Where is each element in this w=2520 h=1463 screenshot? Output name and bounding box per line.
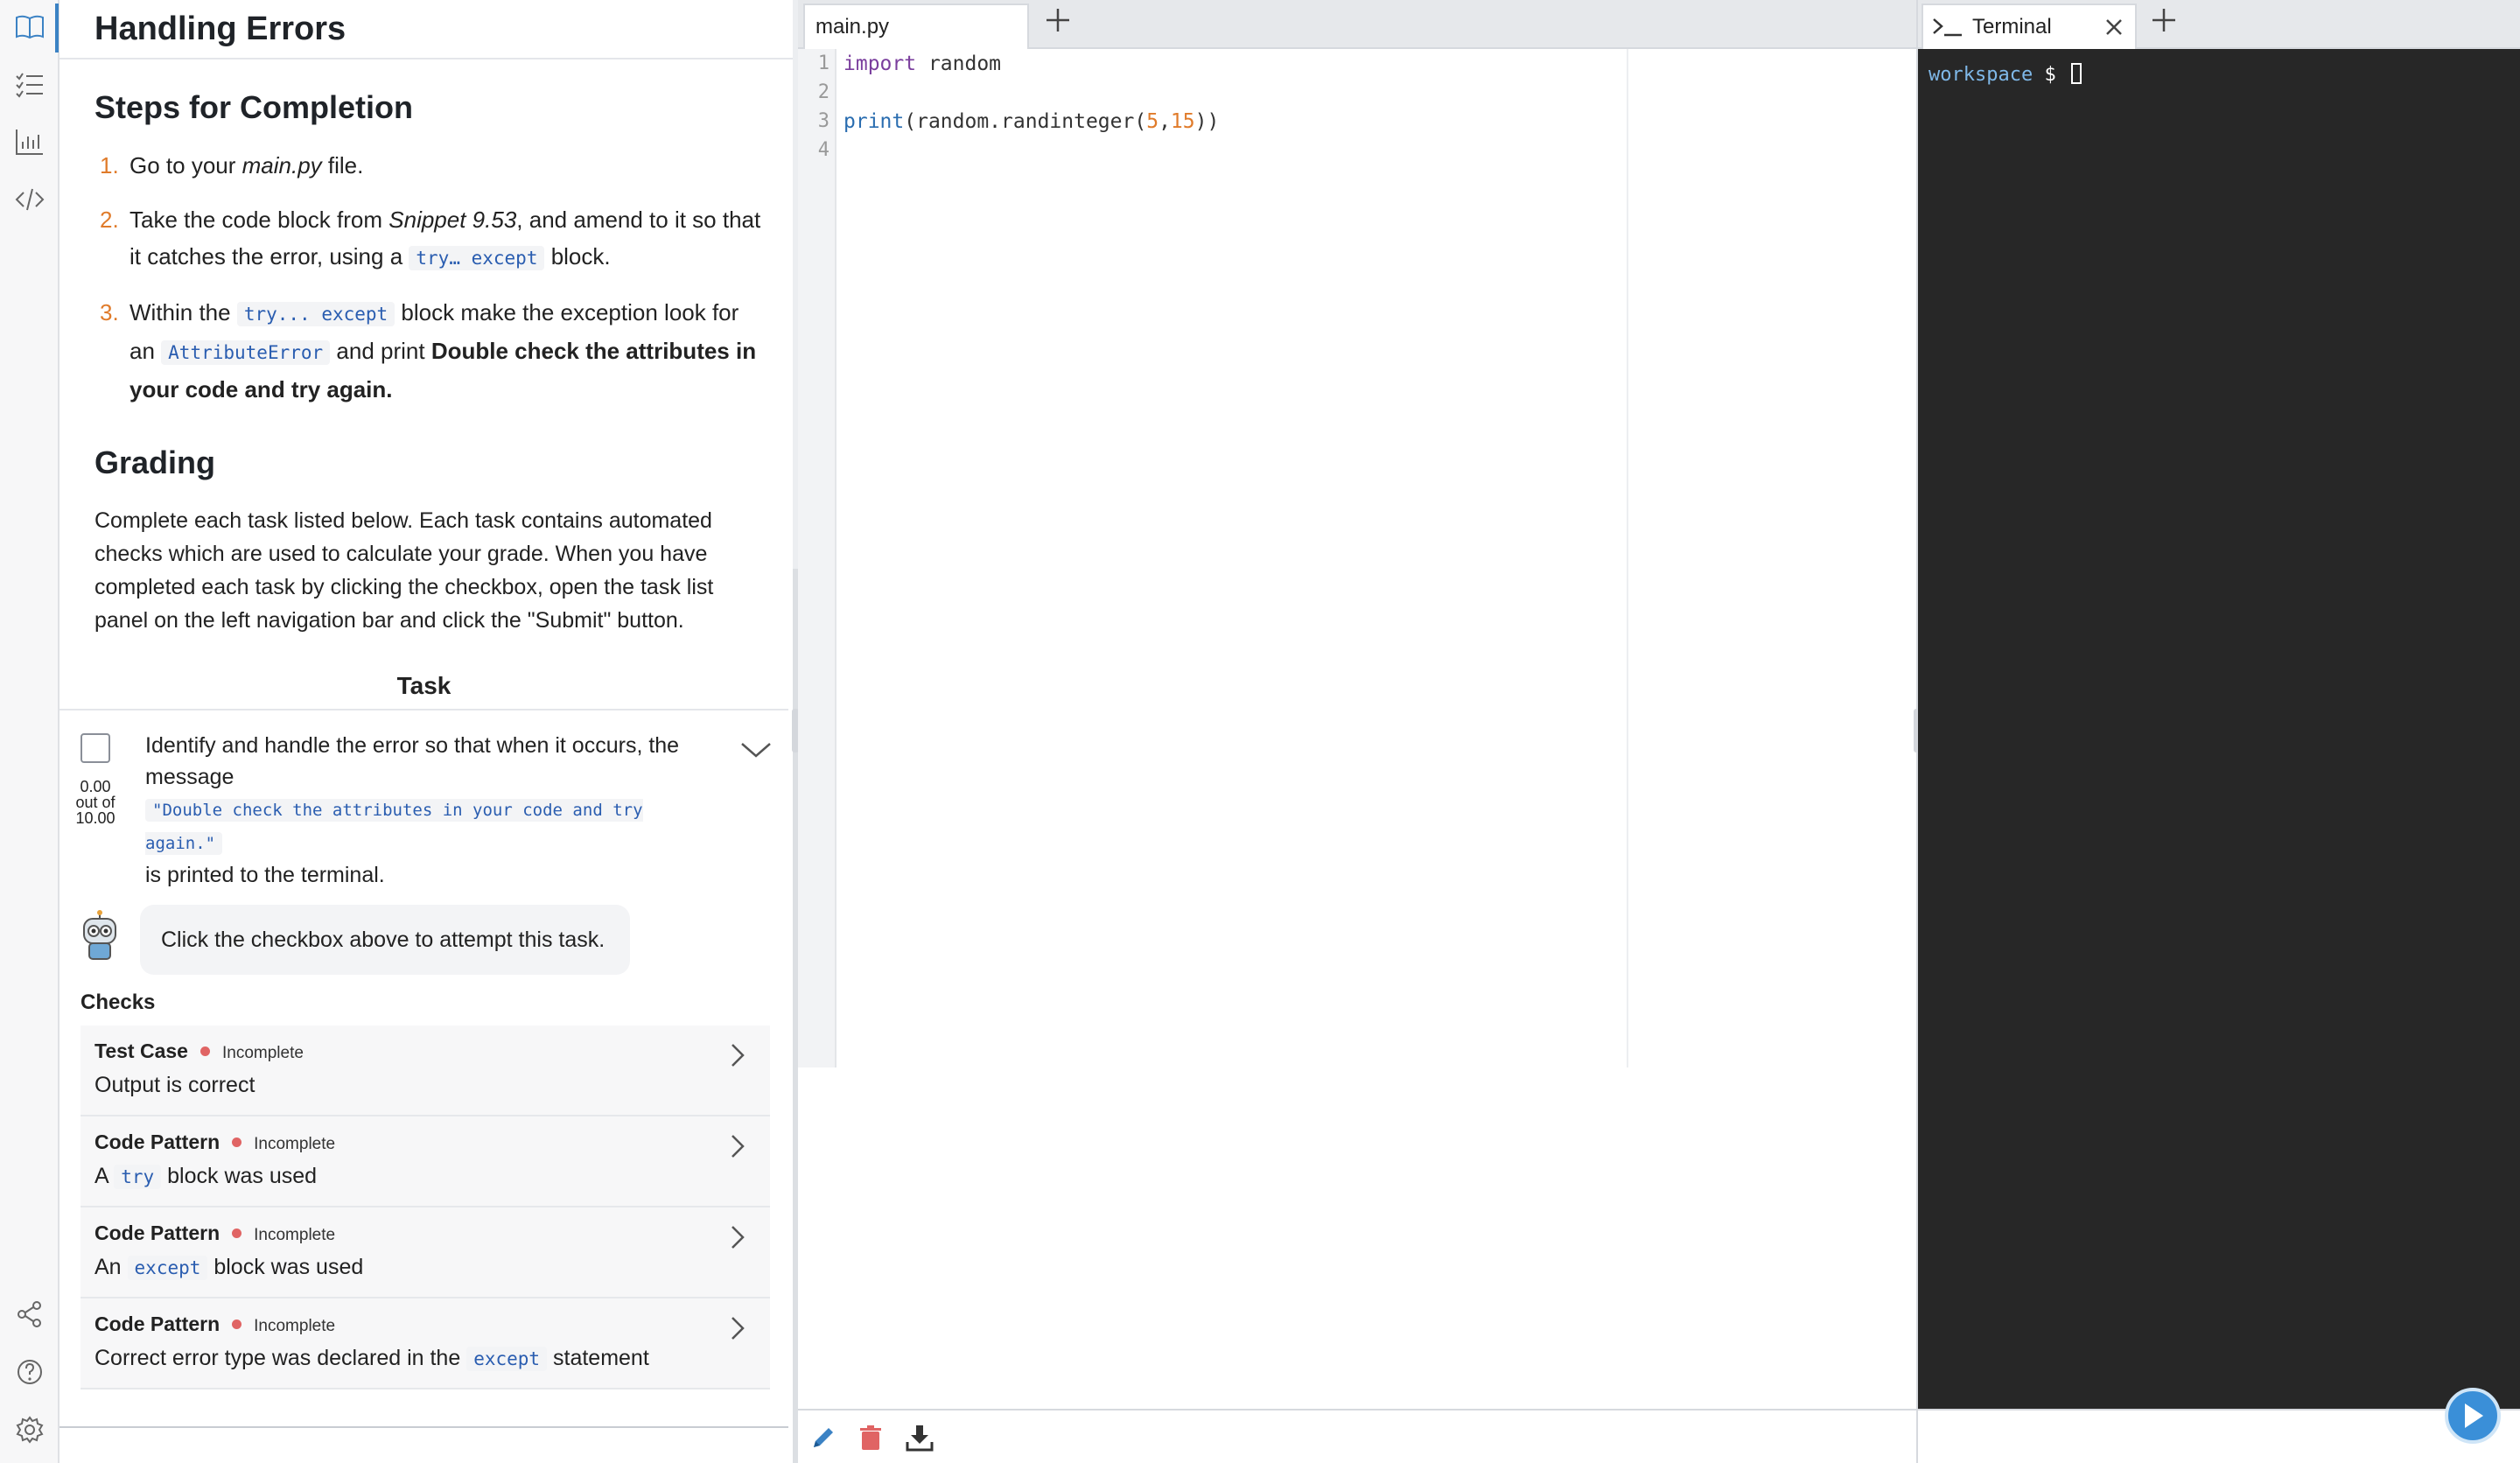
chevron-right-icon[interactable]	[728, 1041, 747, 1069]
status-dot	[232, 1138, 242, 1148]
download-icon[interactable]	[905, 1423, 934, 1452]
line-gutter: 1 2 3 4	[798, 49, 836, 1068]
terminal-prompt: workspace $	[1928, 63, 2082, 86]
active-indicator	[55, 4, 59, 52]
steps-list: 1. Go to your main.py file. 2. Take the …	[94, 147, 793, 408]
checks-list: Test Case Incomplete Output is correct Co…	[80, 1026, 770, 1390]
cursor	[2070, 63, 2082, 84]
print-margin	[1627, 49, 1628, 1068]
play-icon	[2465, 1404, 2483, 1428]
task-score: 0.00 out of 10.00	[75, 778, 116, 827]
check-item[interactable]: Code Pattern Incomplete A try block was u…	[80, 1116, 770, 1208]
task-description: Identify and handle the error so that wh…	[145, 733, 680, 887]
check-item[interactable]: Test Case Incomplete Output is correct	[80, 1026, 770, 1116]
inline-code: try	[114, 1165, 162, 1189]
task-header: Task	[60, 672, 788, 710]
tab-terminal[interactable]: Terminal	[1922, 4, 2137, 49]
code-line: print(random.randinteger(5,15))	[844, 110, 1220, 133]
grading-heading: Grading	[94, 444, 216, 480]
task-checkbox[interactable]	[80, 733, 110, 763]
step-item: 2. Take the code block from Snippet 9.53…	[100, 206, 761, 270]
chevron-right-icon[interactable]	[728, 1314, 747, 1342]
settings-icon[interactable]	[12, 1412, 47, 1447]
task-item: 0.00 out of 10.00 Identify and handle th…	[60, 710, 793, 1390]
code-editor: main.py 1 2 3 4 import random print(rand…	[798, 0, 1916, 1463]
terminal-tabbar: Terminal	[1918, 0, 2520, 49]
guide-panel: Handling Errors Steps for Completion 1. …	[60, 0, 793, 1463]
status-badge: Incomplete	[254, 1135, 336, 1153]
grading-text: Complete each task listed below. Each ta…	[94, 508, 714, 633]
guide-header: Handling Errors	[60, 0, 793, 60]
book-icon[interactable]	[12, 9, 47, 44]
step-item: 1. Go to your main.py file.	[100, 152, 364, 178]
inline-code: "Double check the attributes in your cod…	[145, 799, 643, 855]
divider	[60, 1426, 788, 1428]
add-tab-icon[interactable]	[2149, 5, 2179, 35]
add-tab-icon[interactable]	[1043, 5, 1073, 35]
page-title: Handling Errors	[94, 10, 346, 47]
terminal-footer	[1918, 1409, 2520, 1463]
inline-code: except	[127, 1256, 208, 1280]
terminal-icon	[1933, 18, 1962, 37]
code-line: import random	[844, 52, 1002, 75]
close-icon[interactable]	[2104, 17, 2124, 38]
chevron-right-icon[interactable]	[728, 1223, 747, 1251]
status-dot	[200, 1046, 210, 1057]
inline-code: try… except	[409, 246, 545, 270]
robot-avatar-icon	[83, 910, 116, 960]
check-item[interactable]: Code Pattern Incomplete Correct error typ…	[80, 1298, 770, 1390]
help-icon[interactable]	[12, 1354, 47, 1390]
check-item[interactable]: Code Pattern Incomplete An except block w…	[80, 1208, 770, 1298]
bar-chart-icon[interactable]	[12, 124, 47, 159]
terminal-output[interactable]: workspace $	[1918, 49, 2520, 1409]
pencil-icon[interactable]	[808, 1423, 838, 1452]
icon-rail	[0, 0, 60, 1463]
inline-code: AttributeError	[161, 340, 331, 365]
trash-icon[interactable]	[856, 1423, 886, 1452]
share-icon[interactable]	[12, 1297, 47, 1332]
run-button[interactable]	[2445, 1388, 2501, 1444]
hint-bubble: Click the checkbox above to attempt this…	[140, 905, 630, 975]
editor-tabbar: main.py	[798, 0, 1916, 49]
checks-label: Checks	[80, 990, 156, 1014]
steps-heading: Steps for Completion	[94, 89, 414, 125]
chevron-down-icon[interactable]	[738, 737, 774, 763]
step-item: 3. Within the try... except block make t…	[100, 299, 757, 402]
terminal-panel: Terminal workspace $	[1918, 0, 2520, 1463]
status-dot	[232, 1228, 242, 1239]
code-area[interactable]: 1 2 3 4 import random print(random.randi…	[798, 49, 1916, 1068]
chevron-right-icon[interactable]	[728, 1132, 747, 1160]
task-list-icon[interactable]	[12, 66, 47, 102]
editor-toolbar	[798, 1409, 1916, 1463]
inline-code: try... except	[236, 302, 396, 326]
status-badge: Incomplete	[254, 1226, 336, 1244]
tab-main-py[interactable]: main.py	[803, 4, 1029, 49]
status-dot	[232, 1320, 242, 1330]
status-badge: Incomplete	[221, 1044, 304, 1062]
code-icon[interactable]	[12, 182, 47, 217]
status-badge: Incomplete	[254, 1317, 336, 1335]
inline-code: except	[466, 1347, 548, 1371]
